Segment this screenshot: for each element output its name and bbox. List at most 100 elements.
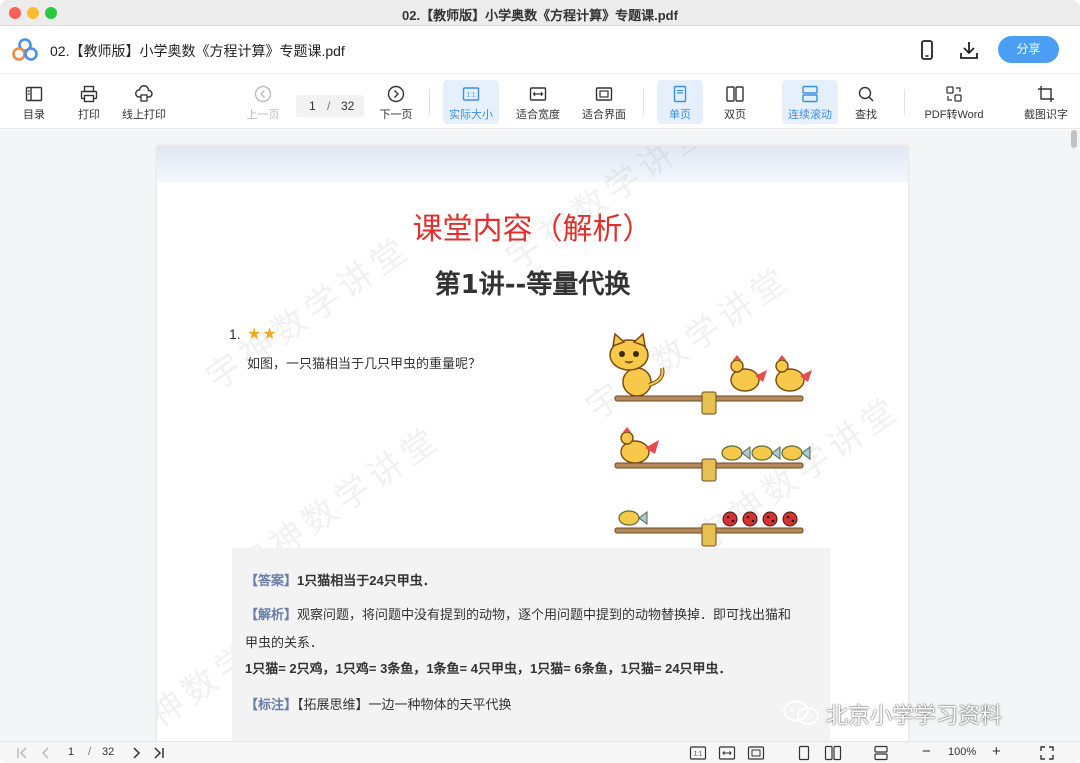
ocr-label: 截图识字: [1024, 109, 1068, 121]
download-icon[interactable]: [957, 38, 981, 62]
double-page-label: 双页: [724, 109, 746, 121]
status-page-separator: /: [88, 746, 92, 758]
answer-text: 1只猫相当于24只甲虫．: [297, 573, 436, 588]
scrollbar-thumb[interactable]: [1071, 130, 1077, 148]
balance-beam: [614, 458, 804, 482]
page-number-input[interactable]: 1 / 32: [296, 95, 364, 117]
search-label: 查找: [855, 109, 877, 121]
analysis-line: 【解析】观察问题，将问题中没有提到的动物，逐个用问题中提到的动物替换掉．即可找出…: [245, 604, 791, 623]
single-page-icon[interactable]: [796, 745, 812, 761]
double-page-icon: [726, 86, 744, 102]
prev-page-label: 上一页: [246, 109, 280, 121]
toolbar: 目录 打印 线上打印 上一页 1 / 32 下一页 1:1 实际大小 适合宽度 …: [0, 75, 1080, 129]
note-tag: 【标注】: [245, 697, 298, 712]
share-button[interactable]: 分享: [998, 36, 1059, 63]
balance-illustration: [609, 332, 812, 547]
mobile-icon[interactable]: [915, 38, 939, 62]
zoom-in-button[interactable]: +: [992, 743, 1001, 760]
search-button[interactable]: 查找: [846, 80, 886, 124]
ladybug-icon: [782, 511, 798, 527]
question-text: 如图，一只猫相当于几只甲虫的重量呢？: [247, 356, 482, 371]
last-page-icon[interactable]: [151, 745, 167, 761]
status-page-current[interactable]: 1: [68, 746, 74, 758]
fit-page-icon[interactable]: [747, 745, 765, 761]
app-header: 02.【教师版】小学奥数《方程计算》专题课.pdf 分享: [0, 26, 1080, 74]
fish-icon: [781, 445, 811, 461]
double-page-icon[interactable]: [824, 745, 842, 761]
fish-icon: [618, 510, 648, 526]
print-button[interactable]: 打印: [69, 80, 109, 124]
prev-page-button[interactable]: 上一页: [243, 80, 283, 124]
fullscreen-icon[interactable]: [1039, 745, 1055, 761]
answer-line: 【答案】1只猫相当于24只甲虫．: [245, 570, 436, 589]
fit-width-button[interactable]: 适合宽度: [512, 80, 564, 124]
toolbar-divider: [904, 89, 905, 115]
status-bar: 1 / 32 1:1 − 100% +: [0, 741, 1080, 763]
app-logo-icon: [12, 38, 38, 61]
first-page-icon[interactable]: [14, 745, 30, 761]
continuous-scroll-icon[interactable]: [873, 745, 889, 761]
answer-tag: 【答案】: [245, 573, 298, 588]
page-current: 1: [309, 99, 316, 113]
next-page-button[interactable]: 下一页: [376, 80, 416, 124]
ladybug-icon: [762, 511, 778, 527]
prev-page-icon[interactable]: [38, 745, 54, 761]
svg-text:1:1: 1:1: [694, 752, 703, 758]
chicken-icon: [775, 355, 812, 392]
next-page-icon[interactable]: [128, 745, 144, 761]
pdf-to-word-button[interactable]: PDF转Word: [920, 80, 988, 124]
fit-page-button[interactable]: 适合界面: [578, 80, 630, 124]
cat-icon: [609, 332, 665, 397]
pdf-page: 宇神数学讲堂 宇神数学讲堂 宇神数学讲堂 宇神数学讲堂 宇神数学讲堂 宇神数学讲…: [157, 146, 908, 741]
continuous-scroll-icon: [802, 85, 818, 103]
chevron-left-circle-icon: [254, 85, 272, 103]
continuous-scroll-label: 连续滚动: [788, 109, 832, 121]
single-page-icon: [673, 85, 687, 103]
page-separator: /: [327, 99, 331, 113]
ocr-button[interactable]: 截图识字: [1018, 80, 1074, 124]
page-total: 32: [341, 99, 355, 113]
difficulty-stars: ★★: [247, 326, 278, 343]
fit-width-label: 适合宽度: [516, 109, 560, 121]
page-title: 课堂内容（解析）: [412, 212, 653, 247]
document-viewer[interactable]: 宇神数学讲堂 宇神数学讲堂 宇神数学讲堂 宇神数学讲堂 宇神数学讲堂 宇神数学讲…: [0, 130, 1080, 741]
zoom-out-button[interactable]: −: [922, 743, 931, 760]
convert-icon: [946, 86, 962, 102]
svg-text:1:1: 1:1: [466, 92, 475, 99]
analysis-tag: 【解析】: [245, 607, 298, 622]
chicken-icon: [730, 355, 767, 392]
status-page-total: 32: [102, 746, 115, 758]
toolbar-divider: [429, 89, 430, 115]
zoom-level[interactable]: 100%: [948, 746, 976, 758]
toc-icon: [25, 86, 43, 102]
fit-width-icon[interactable]: [718, 745, 736, 761]
actual-size-button[interactable]: 1:1 实际大小: [443, 80, 499, 124]
page-watermark: 宇神数学讲堂: [199, 228, 419, 399]
wechat-watermark-text: 北京小学学习资料: [826, 703, 1003, 728]
vertical-scrollbar[interactable]: [1070, 130, 1078, 741]
toolbar-divider: [643, 89, 644, 115]
fit-width-icon: [529, 87, 547, 101]
cloud-print-icon: [135, 85, 153, 102]
answer-panel: 【答案】1只猫相当于24只甲虫． 【解析】观察问题，将问题中没有提到的动物，逐个…: [232, 548, 830, 741]
search-icon: [858, 86, 874, 102]
pdf-to-word-label: PDF转Word: [924, 109, 984, 121]
actual-size-icon: 1:1: [462, 87, 480, 101]
window-title: 02.【教师版】小学奥数《方程计算》专题课.pdf: [402, 8, 678, 23]
note-line: 【标注】【拓展思维】一边一种物体的天平代换: [245, 694, 512, 713]
equation-line: 1只猫= 2只鸡，1只鸡= 3条鱼，1条鱼= 4只甲虫，1只猫= 6条鱼，1只猫…: [245, 661, 732, 676]
fit-page-icon: [595, 87, 613, 101]
title-bar: 02.【教师版】小学奥数《方程计算》专题课.pdf: [0, 0, 1080, 26]
online-print-label: 线上打印: [122, 109, 166, 121]
actual-size-icon[interactable]: 1:1: [689, 745, 707, 761]
single-page-button[interactable]: 单页: [657, 80, 703, 124]
toc-button[interactable]: 目录: [14, 80, 54, 124]
fit-page-label: 适合界面: [582, 109, 626, 121]
continuous-scroll-button[interactable]: 连续滚动: [782, 80, 838, 124]
online-print-button[interactable]: 线上打印: [118, 80, 170, 124]
double-page-button[interactable]: 双页: [713, 80, 757, 124]
single-page-label: 单页: [669, 109, 691, 121]
wechat-icon: [783, 700, 819, 725]
printer-icon: [80, 85, 98, 103]
chevron-right-circle-icon: [387, 85, 405, 103]
